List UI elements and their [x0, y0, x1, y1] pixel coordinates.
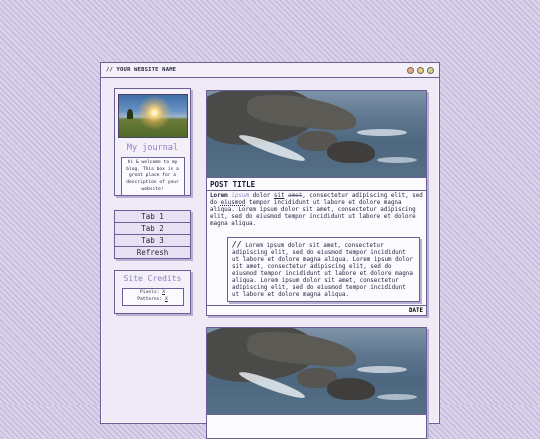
nav-tabs: Tab 1 Tab 2 Tab 3 Refresh [114, 210, 191, 259]
maximize-button[interactable] [417, 66, 424, 74]
credits-title: Site Credits [123, 274, 182, 283]
blog-post: POST TITLE Lorem ipsum dolor sit amet, c… [206, 90, 427, 316]
post-underlined-word: sit [273, 193, 285, 199]
quote-mark: // [232, 239, 242, 249]
post-title: POST TITLE [207, 178, 426, 191]
credits-list: Pixels: X Patterns: X [121, 288, 184, 306]
title-bar: // YOUR WEBSITE NAME [101, 63, 439, 78]
pixels-label: Pixels: [140, 290, 160, 295]
post-dotted-word: eiusmod [220, 199, 246, 206]
post-date: DATE [207, 305, 426, 315]
minimize-button[interactable] [407, 66, 414, 74]
quote-text: Lorem ipsum dolor sit amet, consectetur … [232, 242, 413, 298]
window-title: // YOUR WEBSITE NAME [106, 67, 177, 73]
post-word: dolor [252, 193, 271, 199]
tab-3[interactable]: Tab 3 [115, 235, 190, 247]
credits-pixels: Pixels: X [125, 290, 181, 297]
profile-photo [118, 94, 188, 138]
patterns-label: Patterns: [137, 296, 163, 302]
post-body: Lorem ipsum dolor sit amet, consectetur … [207, 191, 426, 230]
profile-box: My journal hi & welcome to my blog. This… [114, 88, 191, 197]
post-image [207, 91, 426, 178]
post-strikethrough-word: amet [288, 193, 303, 199]
refresh-tab[interactable]: Refresh [115, 247, 190, 258]
pixels-link[interactable]: X [162, 290, 165, 295]
patterns-link[interactable]: X [165, 297, 168, 302]
window-controls [407, 66, 434, 74]
journal-description: hi & welcome to my blog. This box is a g… [120, 157, 185, 197]
website-window: // YOUR WEBSITE NAME My journal hi & wel… [100, 62, 440, 439]
credits-patterns: Patterns: X [125, 297, 181, 304]
tab-2[interactable]: Tab 2 [115, 223, 190, 235]
post-bold-word: Lorem [210, 193, 228, 199]
tab-1[interactable]: Tab 1 [115, 211, 190, 223]
site-credits-box: Site Credits Pixels: X Patterns: X [114, 270, 191, 314]
post-blockquote: // Lorem ipsum dolor sit amet, consectet… [227, 236, 420, 302]
journal-title: My journal [126, 143, 179, 153]
close-button[interactable] [427, 66, 434, 74]
sidebar: My journal hi & welcome to my blog. This… [114, 88, 191, 314]
post-image-2 [207, 328, 426, 415]
post-italic-word: ipsum [231, 193, 250, 199]
blog-post-2 [206, 327, 427, 439]
